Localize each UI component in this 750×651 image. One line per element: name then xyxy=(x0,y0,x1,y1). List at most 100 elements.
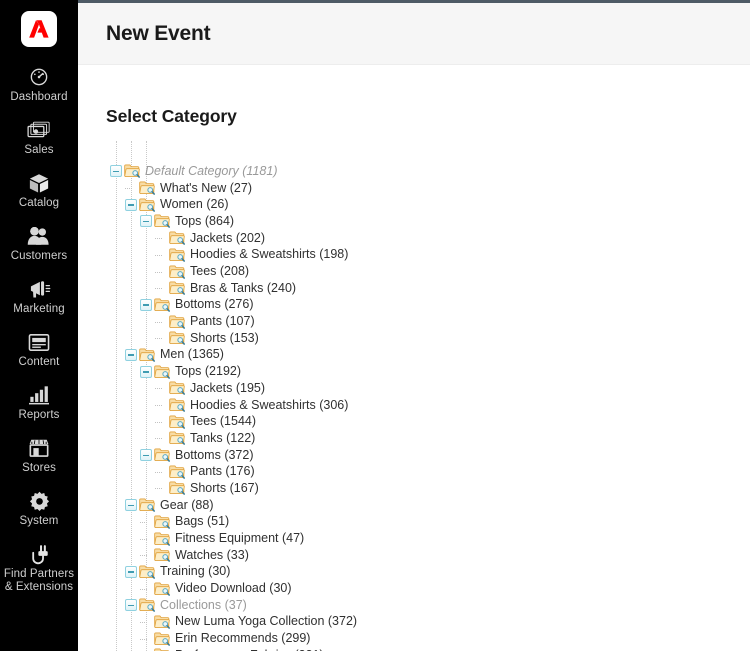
plug-icon xyxy=(28,543,51,565)
tree-node[interactable]: Tops (2192) xyxy=(78,363,750,380)
tree-collapse-toggle-icon[interactable] xyxy=(140,365,152,378)
tree-node-label[interactable]: Tops (2192) xyxy=(175,364,241,379)
tree-node[interactable]: Hoodies & Sweatshirts (306) xyxy=(78,397,750,414)
tree-collapse-toggle-icon[interactable] xyxy=(140,298,152,311)
tree-node[interactable]: Jackets (202) xyxy=(78,230,750,247)
tree-leaf-connector-icon xyxy=(140,633,152,645)
tree-node[interactable]: Erin Recommends (299) xyxy=(78,630,750,647)
tree-node-label[interactable]: Tees (1544) xyxy=(190,414,256,429)
tree-node-label[interactable]: Bottoms (276) xyxy=(175,297,254,312)
adobe-logo-link[interactable] xyxy=(0,0,78,58)
section-title: Select Category xyxy=(106,105,237,126)
sidebar-item-label: Reports xyxy=(18,409,60,421)
sidebar-item-catalog[interactable]: Catalog xyxy=(0,164,78,217)
tree-node[interactable]: Men (1365) xyxy=(78,347,750,364)
sidebar-item-sales[interactable]: Sales xyxy=(0,111,78,164)
tree-node-label[interactable]: Gear (88) xyxy=(160,498,214,513)
tree-node[interactable]: Collections (37) xyxy=(78,597,750,614)
tree-node-label[interactable]: Women (26) xyxy=(160,197,229,212)
tree-node-label[interactable]: Watches (33) xyxy=(175,548,249,563)
folder-search-icon xyxy=(154,632,171,646)
folder-search-icon xyxy=(169,415,186,429)
tree-node-label[interactable]: Erin Recommends (299) xyxy=(175,631,310,646)
tree-leaf-connector-icon xyxy=(155,466,167,478)
tree-node-label[interactable]: Fitness Equipment (47) xyxy=(175,531,304,546)
tree-collapse-toggle-icon[interactable] xyxy=(125,499,137,512)
tree-node-label[interactable]: Pants (176) xyxy=(190,464,255,479)
tree-node-label[interactable]: Collections (37) xyxy=(160,598,247,613)
tree-node[interactable]: Tops (864) xyxy=(78,213,750,230)
tree-node[interactable]: New Luma Yoga Collection (372) xyxy=(78,614,750,631)
tree-node-label[interactable]: New Luma Yoga Collection (372) xyxy=(175,614,357,629)
tree-node[interactable]: Shorts (153) xyxy=(78,330,750,347)
tree-node-label[interactable]: Pants (107) xyxy=(190,314,255,329)
tree-node[interactable]: Video Download (30) xyxy=(78,580,750,597)
tree-node-label[interactable]: Video Download (30) xyxy=(175,581,292,596)
sidebar-item-stores[interactable]: Stores xyxy=(0,429,78,482)
tree-node-label[interactable]: Tanks (122) xyxy=(190,431,255,446)
tree-collapse-toggle-icon[interactable] xyxy=(140,215,152,228)
tree-node[interactable]: Bags (51) xyxy=(78,513,750,530)
tree-node[interactable]: Shorts (167) xyxy=(78,480,750,497)
tree-collapse-toggle-icon[interactable] xyxy=(125,565,137,578)
tree-node[interactable]: Bottoms (276) xyxy=(78,297,750,314)
tree-node[interactable]: Default Category (1181) xyxy=(78,163,750,180)
tree-leaf-connector-icon xyxy=(155,316,167,328)
sidebar-item-content[interactable]: Content xyxy=(0,323,78,376)
folder-search-icon xyxy=(154,515,171,529)
tree-collapse-toggle-icon[interactable] xyxy=(125,599,137,612)
sidebar-item-dashboard[interactable]: Dashboard xyxy=(0,58,78,111)
tree-collapse-toggle-icon[interactable] xyxy=(110,165,122,178)
folder-search-icon xyxy=(139,565,156,579)
tree-node-label[interactable]: Tops (864) xyxy=(175,214,234,229)
tree-node[interactable]: Bras & Tanks (240) xyxy=(78,280,750,297)
tree-node-label[interactable]: Hoodies & Sweatshirts (306) xyxy=(190,398,348,413)
tree-node[interactable]: Watches (33) xyxy=(78,547,750,564)
sidebar-item-system[interactable]: System xyxy=(0,482,78,535)
tree-node-label[interactable]: Men (1365) xyxy=(160,347,224,362)
tree-collapse-toggle-icon[interactable] xyxy=(140,449,152,462)
tree-collapse-toggle-icon[interactable] xyxy=(125,198,137,211)
tree-node[interactable]: What's New (27) xyxy=(78,180,750,197)
system-gear-icon xyxy=(29,490,50,512)
tree-node[interactable]: Performance Fabrics (331) xyxy=(78,647,750,651)
tree-node-label[interactable]: Hoodies & Sweatshirts (198) xyxy=(190,247,348,262)
tree-node[interactable]: Fitness Equipment (47) xyxy=(78,530,750,547)
tree-node-label[interactable]: Default Category (1181) xyxy=(145,164,277,179)
sidebar-item-label: Customers xyxy=(10,250,68,262)
tree-node-label[interactable]: Tees (208) xyxy=(190,264,249,279)
tree-node-label[interactable]: Bottoms (372) xyxy=(175,448,254,463)
tree-node[interactable]: Training (30) xyxy=(78,564,750,581)
tree-node-label[interactable]: Bags (51) xyxy=(175,514,229,529)
tree-node-label[interactable]: Shorts (153) xyxy=(190,331,259,346)
folder-search-icon xyxy=(169,265,186,279)
folder-search-icon xyxy=(154,448,171,462)
tree-node[interactable]: Jackets (195) xyxy=(78,380,750,397)
tree-node-label[interactable]: Shorts (167) xyxy=(190,481,259,496)
folder-search-icon xyxy=(154,365,171,379)
tree-node[interactable]: Gear (88) xyxy=(78,497,750,514)
sidebar-item-customers[interactable]: Customers xyxy=(0,217,78,270)
tree-node[interactable]: Tees (208) xyxy=(78,263,750,280)
tree-node-label[interactable]: Bras & Tanks (240) xyxy=(190,281,296,296)
sidebar-item-reports[interactable]: Reports xyxy=(0,376,78,429)
folder-search-icon xyxy=(169,381,186,396)
tree-collapse-toggle-icon[interactable] xyxy=(125,348,137,361)
tree-node[interactable]: Bottoms (372) xyxy=(78,447,750,464)
tree-node[interactable]: Tanks (122) xyxy=(78,430,750,447)
tree-node[interactable]: Hoodies & Sweatshirts (198) xyxy=(78,246,750,263)
tree-leaf-connector-icon xyxy=(155,232,167,244)
tree-node-label[interactable]: Jackets (202) xyxy=(190,231,265,246)
sidebar-nav-list: Dashboard Sales Catalog Customers Marketing C… xyxy=(0,58,78,601)
sidebar-item-marketing[interactable]: Marketing xyxy=(0,270,78,323)
folder-search-icon xyxy=(169,398,186,412)
tree-node[interactable]: Women (26) xyxy=(78,196,750,213)
sidebar-item-find-partners-extensions[interactable]: Find Partners & Extensions xyxy=(0,535,78,601)
sidebar-item-label: Stores xyxy=(22,462,56,474)
tree-node-label[interactable]: Jackets (195) xyxy=(190,381,265,396)
tree-node[interactable]: Tees (1544) xyxy=(78,413,750,430)
tree-node[interactable]: Pants (107) xyxy=(78,313,750,330)
tree-node[interactable]: Pants (176) xyxy=(78,463,750,480)
tree-node-label[interactable]: What's New (27) xyxy=(160,181,252,196)
tree-node-label[interactable]: Training (30) xyxy=(160,564,230,579)
